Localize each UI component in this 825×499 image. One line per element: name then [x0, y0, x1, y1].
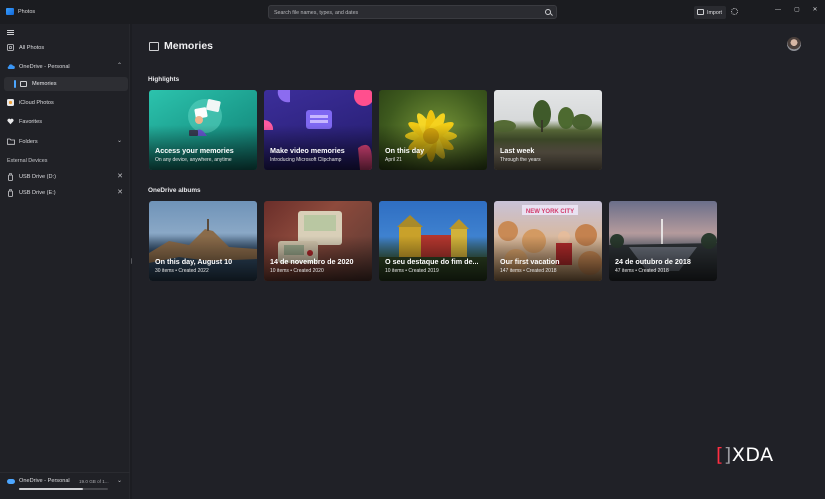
album-card-o-seu-destaque[interactable]: O seu destaque do fim de... 10 items • C… — [379, 201, 487, 281]
card-title: Last week — [500, 146, 535, 155]
card-subtitle: 30 items • Created 2022 — [155, 268, 209, 274]
card-subtitle: 47 items • Created 2018 — [615, 268, 669, 274]
storage-text: 19.0 GB of 1... — [79, 478, 109, 484]
sidebar-item-onedrive[interactable]: OneDrive - Personal ⌃ — [0, 59, 130, 75]
xda-watermark-logo: []XDA — [716, 444, 774, 466]
search-icon[interactable] — [545, 9, 551, 15]
sidebar-item-label: Favorites — [19, 118, 43, 125]
sidebar-item-icloud-photos[interactable]: iCloud Photos — [0, 95, 130, 111]
page-title: Memories — [164, 40, 214, 52]
sidebar-item-all-photos[interactable]: All Photos — [0, 40, 130, 56]
images-icon — [7, 44, 14, 51]
heart-icon — [7, 118, 14, 125]
import-label: Import — [707, 9, 723, 16]
card-subtitle: April 21 — [385, 157, 402, 163]
onedrive-account-footer[interactable]: OneDrive - Personal 19.0 GB of 1... ⌄ — [0, 472, 130, 499]
album-card-our-first-vacation[interactable]: NEW YORK CITY Our first vacation 147 ite… — [494, 201, 602, 281]
memories-icon — [20, 81, 27, 87]
card-title: 24 de outubro de 2018 — [615, 257, 691, 266]
highlight-card-video-memories[interactable]: Make video memories Introducing Microsof… — [264, 90, 372, 170]
highlight-card-on-this-day[interactable]: On this day April 21 — [379, 90, 487, 170]
sidebar-item-memories[interactable]: Memories — [4, 77, 128, 91]
usb-icon — [7, 189, 14, 197]
import-icon — [697, 9, 704, 15]
card-title: Our first vacation — [500, 257, 560, 266]
storage-bar — [19, 488, 108, 490]
title-bar: Photos Search file names, types, and dat… — [0, 0, 825, 24]
card-title: Make video memories — [270, 146, 345, 155]
sidebar-item-label: iCloud Photos — [19, 99, 54, 106]
card-title: On this day — [385, 146, 425, 155]
import-button[interactable]: Import — [694, 6, 726, 19]
sidebar-item-label: OneDrive - Personal — [19, 63, 70, 70]
avatar[interactable] — [787, 37, 801, 51]
chevron-down-icon[interactable]: ⌄ — [117, 137, 122, 144]
selection-indicator — [14, 80, 16, 88]
storage-bar-fill — [19, 488, 84, 490]
sidebar-item-usb-e[interactable]: USB Drive (E:) ✕ — [0, 185, 130, 201]
highlights-title: Highlights — [148, 76, 180, 83]
sidebar: All Photos OneDrive - Personal ⌃ Memorie… — [0, 24, 130, 499]
album-card-on-this-day-august-10[interactable]: On this day, August 10 30 items • Create… — [149, 201, 257, 281]
card-title: On this day, August 10 — [155, 257, 233, 266]
cloud-icon — [7, 63, 15, 70]
memories-icon — [149, 42, 159, 51]
chevron-down-icon[interactable]: ⌄ — [117, 477, 122, 484]
chevron-up-icon[interactable]: ⌃ — [117, 62, 122, 69]
album-card-14-de-novembro-de-2020[interactable]: 14 de novembro de 2020 10 items • Create… — [264, 201, 372, 281]
sidebar-item-folders[interactable]: Folders ⌄ — [0, 134, 130, 150]
search-placeholder: Search file names, types, and dates — [274, 9, 359, 16]
folder-icon — [7, 138, 15, 145]
card-subtitle: Introducing Microsoft Clipchamp — [270, 157, 342, 163]
card-subtitle: 147 items • Created 2018 — [500, 268, 557, 274]
app-title: Photos — [18, 9, 36, 15]
search-input[interactable]: Search file names, types, and dates — [268, 5, 557, 19]
sidebar-item-usb-d[interactable]: USB Drive (D:) ✕ — [0, 169, 130, 185]
card-subtitle: 10 items • Created 2020 — [270, 268, 324, 274]
watermark-open-bracket: [ — [716, 444, 724, 466]
watermark-close-bracket: ] — [723, 444, 732, 466]
cloud-icon — [7, 479, 15, 484]
album-card-24-de-outubro-de-2018[interactable]: 24 de outubro de 2018 47 items • Created… — [609, 201, 717, 281]
photos-app-icon — [6, 8, 14, 15]
close-window-button[interactable]: ✕ — [810, 5, 820, 15]
card-title: O seu destaque do fim de... — [385, 257, 479, 266]
watermark-text: XDA — [731, 444, 774, 466]
eject-close-icon[interactable]: ✕ — [117, 172, 123, 180]
gear-icon[interactable] — [731, 8, 738, 15]
sidebar-item-label: USB Drive (E:) — [19, 189, 56, 196]
icloud-icon — [7, 99, 14, 106]
highlight-card-access-memories[interactable]: Access your memories On any device, anyw… — [149, 90, 257, 170]
sidebar-item-label: All Photos — [19, 44, 45, 51]
hamburger-menu-icon[interactable] — [7, 30, 14, 35]
card-subtitle: Through the years — [500, 157, 541, 163]
main-content: Memories Highlights Access your memories… — [132, 24, 825, 499]
external-devices-header: External Devices — [7, 158, 48, 164]
onedrive-albums-title: OneDrive albums — [148, 187, 201, 194]
highlight-card-last-week[interactable]: Last week Through the years — [494, 90, 602, 170]
maximize-button[interactable]: ▢ — [792, 5, 802, 15]
minimize-button[interactable]: — — [773, 5, 783, 15]
sidebar-item-label: Folders — [19, 138, 38, 145]
sidebar-item-favorites[interactable]: Favorites — [0, 114, 130, 130]
svg-text:NEW YORK CITY: NEW YORK CITY — [526, 209, 574, 215]
account-name: OneDrive - Personal — [19, 478, 70, 484]
sidebar-item-label: USB Drive (D:) — [19, 173, 56, 180]
card-subtitle: 10 items • Created 2019 — [385, 268, 439, 274]
card-title: Access your memories — [155, 146, 234, 155]
sidebar-item-label: Memories — [32, 80, 57, 87]
usb-icon — [7, 173, 14, 181]
eject-close-icon[interactable]: ✕ — [117, 188, 123, 196]
card-subtitle: On any device, anywhere, anytime — [155, 157, 232, 163]
card-title: 14 de novembro de 2020 — [270, 257, 354, 266]
